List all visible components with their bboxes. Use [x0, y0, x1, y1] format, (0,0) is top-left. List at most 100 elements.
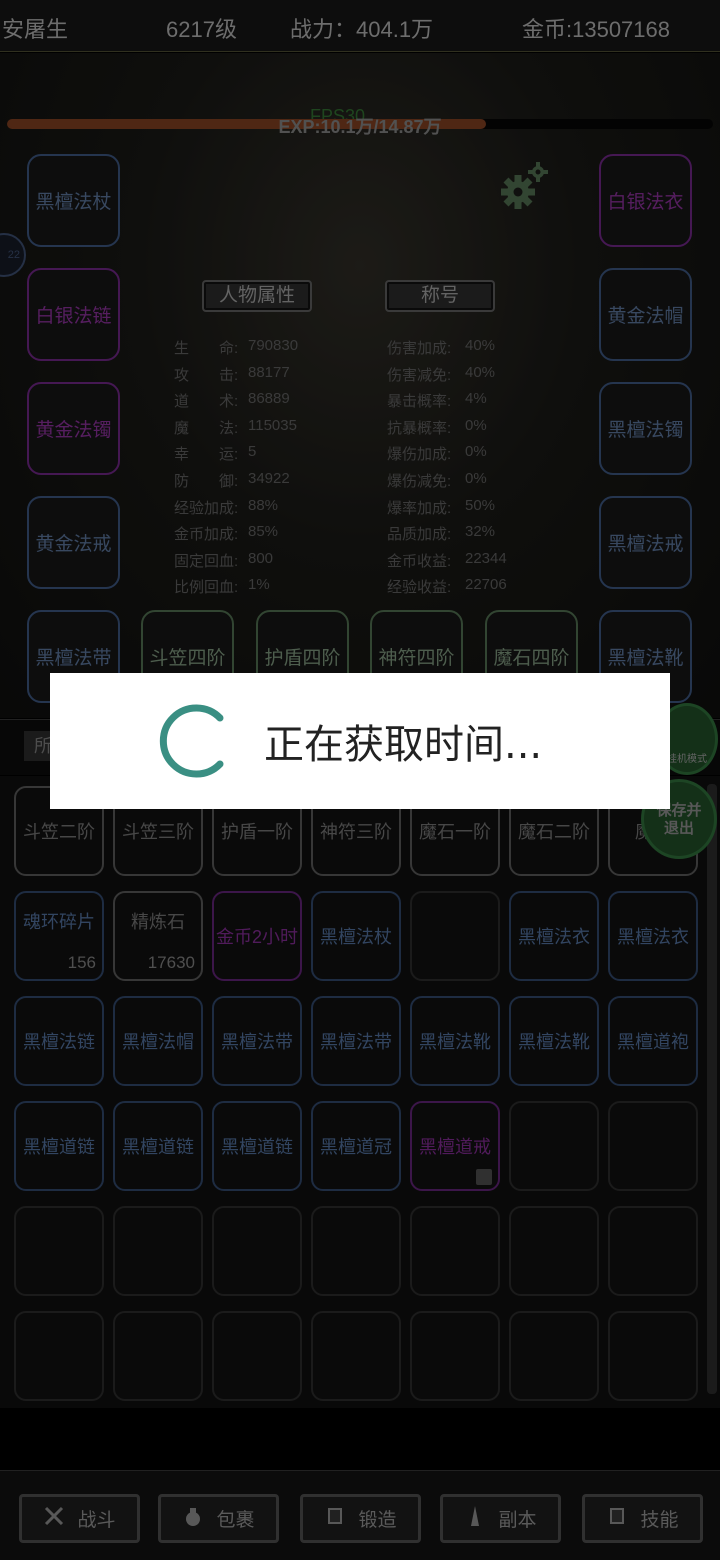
inventory-item-label: 黑檀法靴	[518, 1032, 590, 1052]
nav-button-5[interactable]: 技能	[582, 1494, 703, 1543]
inventory-slot-empty[interactable]	[212, 1311, 302, 1401]
inventory-slot[interactable]: 黑檀道链	[14, 1101, 104, 1191]
inventory-slot-empty[interactable]	[14, 1206, 104, 1296]
inventory-item-label: 斗笠三阶	[122, 822, 194, 842]
inventory-slot-empty[interactable]	[608, 1101, 698, 1191]
inventory-scrollbar[interactable]	[707, 784, 717, 1394]
inventory-slot[interactable]: 黑檀道冠	[311, 1101, 401, 1191]
nav-button-1[interactable]: 战斗	[19, 1494, 140, 1543]
inventory-item-label: 斗笠二阶	[23, 822, 95, 842]
left-stat-label: 金币加成:	[174, 526, 239, 544]
inventory-slot[interactable]: 黑檀法带	[311, 996, 401, 1086]
equip-slot-right-4[interactable]: 黑檀法戒	[599, 496, 692, 589]
crossed-swords-icon	[43, 1505, 65, 1533]
left-stat-value: 1%	[248, 576, 270, 594]
right-stat-label: 暴击概率:	[387, 393, 452, 411]
exp-text: EXP:10.1万/14.87万	[278, 117, 442, 137]
nav-button-2[interactable]: 包裹	[158, 1494, 279, 1543]
left-stat-label: 防 御:	[174, 473, 239, 490]
right-stat-value: 50%	[465, 496, 496, 514]
inventory-slot[interactable]: 黑檀道链	[212, 1101, 302, 1191]
inventory-slot-empty[interactable]	[113, 1311, 203, 1401]
inventory-slot-empty[interactable]	[311, 1206, 401, 1296]
tab-character-attributes[interactable]: 人物属性	[202, 280, 312, 312]
book-icon	[606, 1505, 628, 1533]
inventory-slot-empty[interactable]	[410, 891, 500, 981]
inventory-slot[interactable]: 黑檀道链	[113, 1101, 203, 1191]
inventory-slot[interactable]: 金币2小时	[212, 891, 302, 981]
inventory-slot-empty[interactable]	[509, 1311, 599, 1401]
equip-slot-right-2[interactable]: 黄金法帽	[599, 268, 692, 361]
inventory-slot-empty[interactable]	[509, 1101, 599, 1191]
right-stat-value: 0%	[465, 470, 487, 487]
nav-button-label: 战斗	[77, 1510, 116, 1531]
inventory-slot-empty[interactable]	[608, 1311, 698, 1401]
inventory-slot-empty[interactable]	[212, 1206, 302, 1296]
inventory-slot[interactable]: 魂环碎片 156	[14, 891, 104, 981]
settings-gear-icon[interactable]	[496, 158, 552, 214]
inventory-item-count: 156	[67, 953, 96, 972]
inventory-item-label: 精炼石	[131, 912, 185, 932]
left-stat-label: 幸 运:	[174, 446, 239, 464]
inventory-slot-empty[interactable]	[410, 1311, 500, 1401]
inventory-slot-empty[interactable]	[608, 1206, 698, 1296]
nav-button-label: 包裹	[216, 1510, 255, 1531]
left-stat-value: 790830	[248, 337, 299, 354]
left-stat-value: 34922	[248, 470, 290, 487]
inventory-slot[interactable]: 黑檀道袍	[608, 996, 698, 1086]
right-stat-label: 抗暴概率:	[387, 419, 452, 437]
inventory-slot-empty[interactable]	[509, 1206, 599, 1296]
inventory-slot-empty[interactable]	[410, 1206, 500, 1296]
inventory-item-label: 黑檀法靴	[419, 1032, 491, 1052]
equip-slot-left-4[interactable]: 黄金法戒	[27, 496, 120, 589]
inventory-slot[interactable]: 黑檀法链	[14, 996, 104, 1086]
inventory-slot[interactable]: 黑檀法靴	[410, 996, 500, 1086]
left-stat-label: 经验加成:	[174, 499, 239, 517]
nav-button-label: 副本	[498, 1510, 537, 1531]
tower-icon	[464, 1505, 486, 1533]
inventory-item-label: 黑檀道戒	[419, 1137, 491, 1157]
inventory-slot-empty[interactable]	[311, 1311, 401, 1401]
equip-slot-left-1[interactable]: 黑檀法杖	[27, 154, 120, 247]
inventory-slot[interactable]: 黑檀法靴	[509, 996, 599, 1086]
inventory-slot-empty[interactable]	[14, 1311, 104, 1401]
inventory-slot[interactable]: 黑檀法衣	[608, 891, 698, 981]
left-stat-label: 比例回血:	[174, 579, 239, 597]
left-stat-value: 800	[248, 549, 274, 567]
inventory-item-label: 黑檀道冠	[320, 1137, 392, 1157]
right-stat-label: 金币收益:	[387, 552, 452, 570]
inventory-slot[interactable]: 黑檀道戒	[410, 1101, 500, 1191]
inventory-slot[interactable]: 黑檀法衣	[509, 891, 599, 981]
inventory-slot-empty[interactable]	[113, 1206, 203, 1296]
inventory-item-label: 魂环碎片	[23, 912, 95, 932]
equip-slot-right-1[interactable]: 白银法衣	[599, 154, 692, 247]
right-stat-label: 伤害加成:	[387, 340, 452, 357]
left-stat-label: 道 术:	[174, 393, 239, 411]
equip-slot-right-3[interactable]: 黑檀法镯	[599, 382, 692, 475]
right-stat-value: 40%	[465, 363, 496, 381]
inventory-item-label: 黑檀法杖	[320, 927, 392, 947]
inventory-slot[interactable]: 精炼石 17630	[113, 891, 203, 981]
left-stat-label: 固定回血:	[174, 552, 239, 570]
right-stat-label: 爆伤减免:	[387, 473, 452, 490]
right-stat-value: 4%	[465, 390, 487, 408]
right-stat-label: 经验收益:	[387, 579, 452, 597]
inventory-item-label: 黑檀道链	[23, 1137, 95, 1157]
nav-button-4[interactable]: 副本	[440, 1494, 561, 1543]
inventory-slot[interactable]: 黑檀法带	[212, 996, 302, 1086]
player-name: 安屠生	[2, 17, 69, 42]
right-stat-value: 0%	[465, 443, 487, 461]
equip-slot-left-2[interactable]: 白银法链	[27, 268, 120, 361]
right-stat-label: 伤害减免:	[387, 366, 452, 384]
inventory-slot[interactable]: 黑檀法杖	[311, 891, 401, 981]
inventory-slot[interactable]: 黑檀法帽	[113, 996, 203, 1086]
nav-button-3[interactable]: 锻造	[300, 1494, 421, 1543]
inventory-item-label: 魔石一阶	[419, 822, 491, 842]
left-stat-value: 88%	[248, 496, 279, 514]
tab-titles[interactable]: 称号	[385, 280, 495, 312]
left-stat-value: 5	[248, 443, 257, 461]
loading-spinner-icon	[159, 704, 224, 778]
left-stat-value: 85%	[248, 523, 279, 541]
equip-slot-left-3[interactable]: 黄金法镯	[27, 382, 120, 475]
right-stat-label: 爆率加成:	[387, 499, 452, 517]
